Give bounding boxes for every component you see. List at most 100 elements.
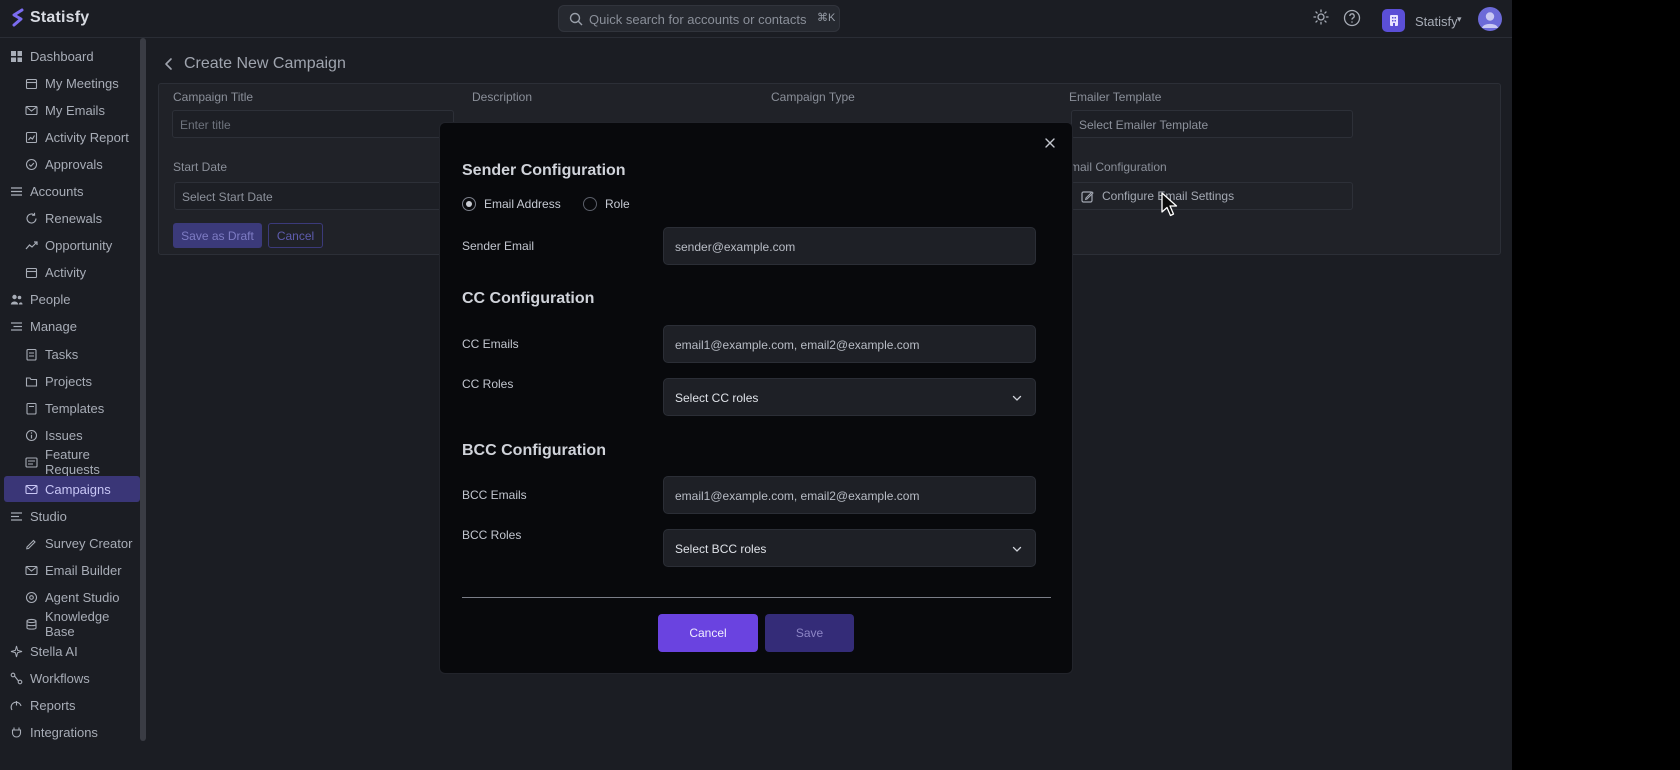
- user-avatar[interactable]: [1478, 7, 1502, 31]
- campaign-type-label: Campaign Type: [771, 90, 855, 104]
- cc-configuration-heading: CC Configuration: [462, 290, 595, 307]
- sidebar-item-label: Dashboard: [30, 48, 94, 64]
- logo-mark-icon: [12, 8, 24, 27]
- chevron-down-icon: [1012, 395, 1022, 401]
- sidebar-item-label: Tasks: [45, 346, 79, 362]
- sidebar-item-campaigns[interactable]: Campaigns: [4, 476, 140, 502]
- folder-icon: [25, 376, 38, 387]
- sidebar-item-label: Feature Requests: [45, 447, 100, 477]
- user-icon: [1482, 12, 1498, 28]
- modal-save-button[interactable]: Save: [765, 614, 854, 652]
- form-cancel-button[interactable]: Cancel: [268, 223, 323, 248]
- sidebar-item-activity-report[interactable]: Activity Report: [4, 124, 140, 150]
- save-as-draft-button[interactable]: Save as Draft: [173, 223, 262, 248]
- mouse-cursor-icon: [1161, 192, 1178, 217]
- top-bar: Statisfy Quick search for accounts or co…: [0, 0, 1512, 38]
- calendar-icon: [25, 267, 38, 278]
- campaign-title-input[interactable]: Enter title: [172, 110, 454, 138]
- offscreen-area: [1512, 0, 1680, 770]
- start-date-input[interactable]: Select Start Date: [174, 182, 456, 210]
- quick-search[interactable]: Quick search for accounts or contacts ⌘K: [558, 5, 840, 32]
- sender-configuration-heading: Sender Configuration: [462, 162, 626, 179]
- sidebar-item-label: Studio: [30, 508, 67, 524]
- search-shortcut: ⌘K: [817, 12, 836, 24]
- sidebar-item-agent-studio[interactable]: Agent Studio: [4, 584, 140, 610]
- sidebar-item-label: Stella AI: [30, 643, 78, 659]
- sidebar-item-label: Renewals: [45, 210, 103, 226]
- sidebar-item-projects[interactable]: Projects: [4, 368, 140, 394]
- sidebar-scrollbar[interactable]: [140, 38, 146, 741]
- bcc-emails-input[interactable]: email1@example.com, email2@example.com: [663, 476, 1036, 514]
- sidebar-item-my-meetings[interactable]: My Meetings: [4, 70, 140, 96]
- sidebar-item-knowledge-base[interactable]: Knowledge Base: [4, 609, 140, 639]
- sidebar-item-label: Opportunity: [45, 237, 113, 253]
- workflow-icon: [10, 672, 23, 684]
- mail-icon: [25, 565, 38, 575]
- sender-email-input[interactable]: sender@example.com: [663, 227, 1036, 265]
- feature-icon: [25, 456, 38, 468]
- dashboard-icon: [11, 50, 22, 62]
- sidebar-item-label: Projects: [45, 373, 92, 389]
- survey-icon: [26, 539, 36, 549]
- sidebar-item-issues[interactable]: Issues: [4, 422, 140, 448]
- cc-emails-input[interactable]: email1@example.com, email2@example.com: [663, 325, 1036, 363]
- radio-email-address-indicator[interactable]: [462, 197, 476, 211]
- check-circle-icon: [25, 158, 38, 170]
- sidebar-item-label: My Meetings: [45, 75, 119, 91]
- emailer-template-select[interactable]: Select Emailer Template: [1071, 110, 1353, 138]
- org-badge[interactable]: [1382, 9, 1405, 32]
- bcc-emails-placeholder: email1@example.com, email2@example.com: [675, 489, 920, 503]
- sidebar-item-integrations[interactable]: Integrations: [4, 719, 140, 745]
- sidebar-item-label: Integrations: [30, 724, 98, 740]
- sidebar-item-dashboard[interactable]: Dashboard: [4, 43, 140, 69]
- sidebar-item-activity[interactable]: Activity: [4, 259, 140, 285]
- sidebar-item-reports[interactable]: Reports: [4, 692, 140, 718]
- sidebar-item-tasks[interactable]: Tasks: [4, 341, 140, 367]
- org-caret-icon[interactable]: ▾: [1457, 14, 1462, 25]
- sidebar-item-feature-requests[interactable]: Feature Requests: [4, 447, 140, 477]
- description-label: Description: [472, 90, 533, 104]
- sidebar: Dashboard My Meetings My Emails Activity Re…: [0, 38, 147, 770]
- sidebar-item-templates[interactable]: Templates: [4, 395, 140, 421]
- org-name[interactable]: Statisfy: [1415, 14, 1458, 29]
- sender-email-value: sender@example.com: [675, 240, 796, 254]
- sidebar-item-label: Survey Creator: [45, 535, 133, 551]
- back-arrow-icon[interactable]: [162, 57, 176, 71]
- sidebar-item-label: Email Builder: [45, 562, 122, 578]
- help-icon[interactable]: [1343, 9, 1361, 27]
- start-date-label: Start Date: [173, 160, 228, 174]
- modal-divider: [462, 597, 1051, 598]
- chevron-down-icon: [1012, 546, 1022, 552]
- page-header: Create New Campaign: [162, 55, 346, 73]
- radio-email-address[interactable]: Email Address: [462, 197, 561, 211]
- sidebar-item-manage[interactable]: Manage: [4, 313, 140, 339]
- radio-role-indicator[interactable]: [583, 197, 597, 211]
- close-icon[interactable]: [1043, 136, 1057, 150]
- bcc-roles-select[interactable]: Select BCC roles: [663, 529, 1036, 567]
- sidebar-item-survey-creator[interactable]: Survey Creator: [4, 530, 140, 556]
- configure-email-settings-button[interactable]: Configure Email Settings: [1071, 182, 1353, 210]
- sidebar-item-opportunity[interactable]: Opportunity: [4, 232, 140, 258]
- page-title: Create New Campaign: [184, 55, 346, 72]
- sidebar-item-studio[interactable]: Studio: [4, 503, 140, 529]
- sidebar-item-label: Issues: [45, 427, 83, 443]
- cc-emails-label: CC Emails: [462, 337, 519, 351]
- mail-icon: [25, 105, 38, 115]
- sidebar-item-email-builder[interactable]: Email Builder: [4, 557, 140, 583]
- modal-cancel-button[interactable]: Cancel: [658, 614, 758, 652]
- sidebar-item-label: Agent Studio: [45, 589, 120, 605]
- plug-icon: [11, 727, 22, 738]
- sidebar-item-stella-ai[interactable]: Stella AI: [4, 638, 140, 664]
- radio-role[interactable]: Role: [583, 197, 630, 211]
- cc-roles-select[interactable]: Select CC roles: [663, 378, 1036, 416]
- sidebar-item-workflows[interactable]: Workflows: [4, 665, 140, 691]
- sidebar-item-renewals[interactable]: Renewals: [4, 205, 140, 231]
- sidebar-item-my-emails[interactable]: My Emails: [4, 97, 140, 123]
- sidebar-item-people[interactable]: People: [4, 286, 140, 312]
- theme-toggle-icon[interactable]: [1313, 9, 1329, 25]
- app-logo[interactable]: Statisfy: [10, 8, 89, 28]
- sidebar-item-accounts[interactable]: Accounts: [4, 178, 140, 204]
- sidebar-item-approvals[interactable]: Approvals: [4, 151, 140, 177]
- emailer-template-label: Emailer Template: [1069, 90, 1162, 104]
- tasks-icon: [26, 348, 37, 361]
